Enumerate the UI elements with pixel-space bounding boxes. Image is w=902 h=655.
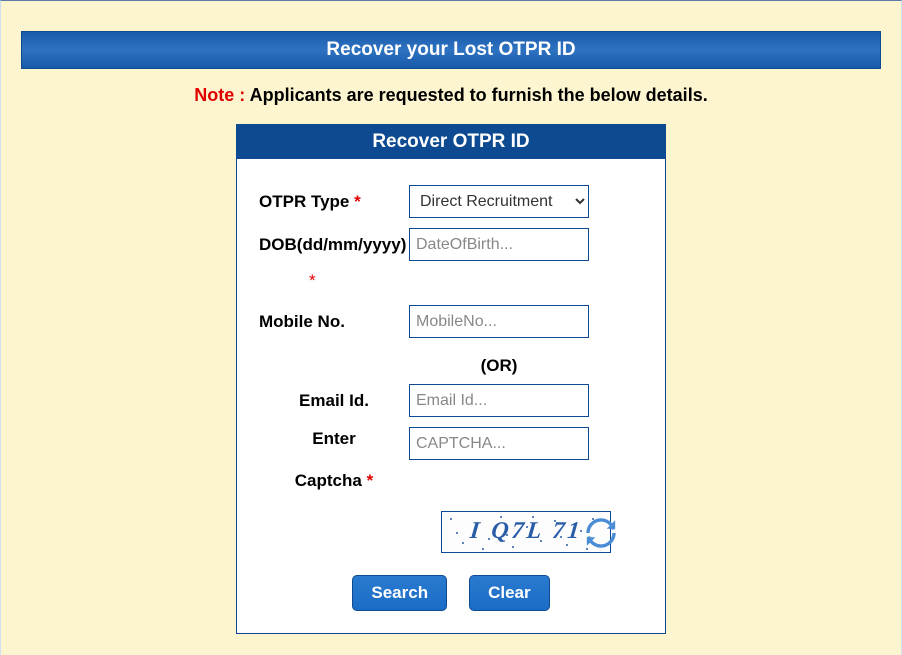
label-captcha-line2: Captcha [295, 471, 367, 490]
recover-form-card: Recover OTPR ID OTPR Type * Direct Recru… [236, 124, 666, 634]
note-text: Applicants are requested to furnish the … [245, 85, 707, 105]
row-mobile: Mobile No. [259, 305, 643, 338]
label-dob: DOB(dd/mm/yyyy) [259, 235, 409, 255]
clear-button[interactable]: Clear [469, 575, 550, 611]
captcha-image: I Q7L 71 [441, 511, 611, 553]
form-card-title: Recover OTPR ID [237, 125, 665, 159]
row-captcha: Enter Captcha * [259, 427, 643, 493]
label-mobile: Mobile No. [259, 312, 409, 332]
search-button[interactable]: Search [352, 575, 447, 611]
dob-input[interactable] [409, 228, 589, 261]
label-captcha-line1: Enter [259, 427, 409, 451]
page-header-title: Recover your Lost OTPR ID [326, 39, 575, 60]
dob-required-row: * [259, 271, 643, 291]
captcha-image-row: I Q7L 71 [259, 511, 643, 553]
mobile-input[interactable] [409, 305, 589, 338]
required-star-icon: * [309, 271, 316, 290]
captcha-input[interactable] [409, 427, 589, 460]
row-dob: DOB(dd/mm/yyyy) [259, 228, 643, 261]
otpr-type-select[interactable]: Direct Recruitment [409, 185, 589, 218]
row-email: Email Id. [259, 384, 643, 417]
row-otpr-type: OTPR Type * Direct Recruitment [259, 185, 643, 218]
page-header: Recover your Lost OTPR ID [21, 31, 881, 69]
email-input[interactable] [409, 384, 589, 417]
label-otpr-type: OTPR Type * [259, 192, 409, 212]
button-row: Search Clear [259, 575, 643, 611]
note-label: Note : [194, 85, 245, 105]
required-star-icon: * [354, 192, 361, 211]
required-star-icon: * [367, 471, 374, 490]
or-divider: (OR) [259, 348, 589, 384]
refresh-icon[interactable] [584, 516, 618, 550]
note-line: Note : Applicants are requested to furni… [1, 85, 901, 106]
label-otpr-type-text: OTPR Type [259, 192, 354, 211]
label-captcha: Enter Captcha * [259, 427, 409, 493]
label-email: Email Id. [259, 391, 409, 411]
captcha-text: I Q7L 71 [468, 518, 583, 545]
